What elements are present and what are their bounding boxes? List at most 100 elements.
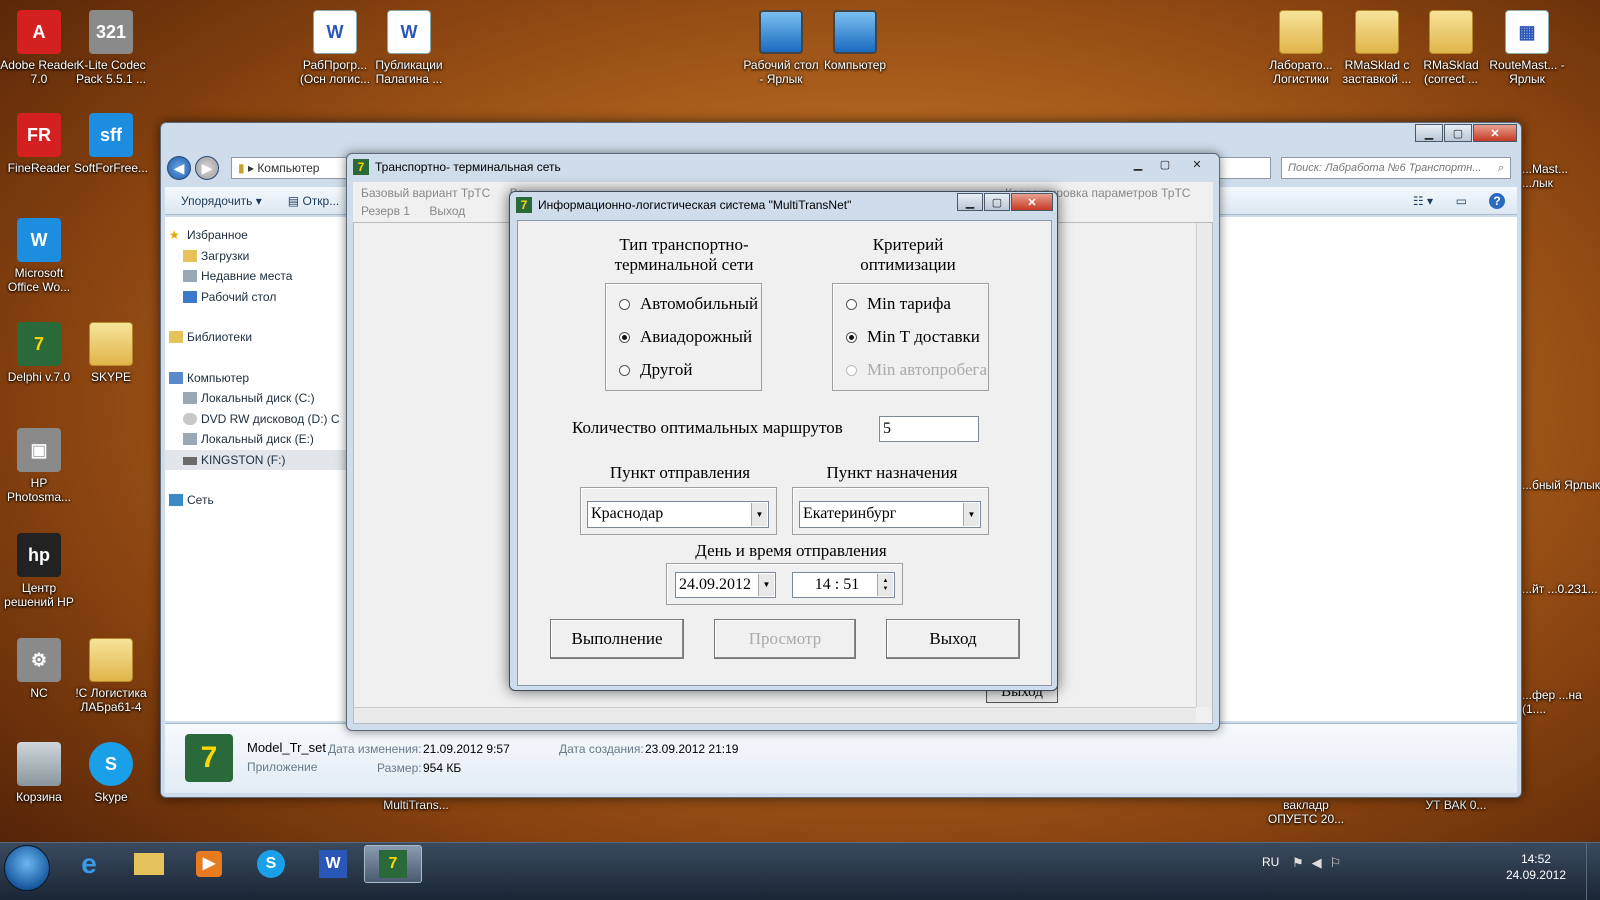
- tray-network-icon[interactable]: ⚑: [1292, 855, 1312, 870]
- forward-button[interactable]: ▶: [195, 156, 219, 180]
- help-icon[interactable]: ?: [1489, 192, 1505, 209]
- language-indicator[interactable]: RU: [1262, 855, 1279, 869]
- chevron-down-icon: ▼: [758, 574, 774, 596]
- sidebar-item-recent[interactable]: Недавние места: [165, 266, 350, 287]
- sidebar-item-computer[interactable]: Компьютер: [165, 368, 350, 389]
- close-button[interactable]: ✕: [1473, 124, 1517, 142]
- desktop-partial-label: УТ ВАК 0...: [1425, 798, 1487, 812]
- menu-item-exit[interactable]: Выход: [429, 204, 465, 218]
- desktop-partial-label: ...бный Ярлык: [1522, 478, 1600, 492]
- folder-icon: ▮: [238, 161, 245, 175]
- sidebar-item-dvd[interactable]: DVD RW дисковод (D:) C: [165, 409, 350, 430]
- view-button: Просмотр: [714, 619, 856, 659]
- desktop-icon-delphi[interactable]: 7 Delphi v.7.0: [0, 322, 78, 384]
- sidebar-item-disk-c[interactable]: Локальный диск (C:): [165, 388, 350, 409]
- desktop-icon-routemaster[interactable]: ▦ RouteMast... - Ярлык: [1488, 10, 1566, 86]
- computer-icon: [169, 371, 183, 384]
- taskbar-skype-icon[interactable]: S: [242, 845, 300, 883]
- menu-item-base-variant[interactable]: Базовый вариант ТрТС: [361, 186, 490, 200]
- close-button[interactable]: ✕: [1179, 156, 1215, 172]
- created-label: Дата создания:: [559, 742, 644, 756]
- details-pane: 7 Model_Tr_set Приложение Дата изменения…: [165, 723, 1517, 793]
- spin-buttons[interactable]: ▲ ▼: [877, 574, 893, 596]
- sidebar-item-downloads[interactable]: Загрузки: [165, 246, 350, 267]
- preview-pane-icon[interactable]: ▭: [1456, 194, 1467, 208]
- sidebar-item-libraries[interactable]: Библиотеки: [165, 327, 350, 348]
- show-desktop-button[interactable]: [1586, 843, 1600, 900]
- computer-icon: [833, 10, 877, 54]
- radio-circle: [619, 298, 630, 310]
- file-name: Model_Tr_set: [247, 740, 326, 755]
- desktop-icon-hp-photosmart[interactable]: ▣ HP Photosma...: [0, 428, 78, 504]
- radio-network-other[interactable]: Другой: [619, 360, 693, 380]
- time-picker[interactable]: 14 : 51 ▲ ▼: [792, 572, 895, 598]
- search-input[interactable]: Поиск: Лабработа №6 Транспортн... ⌕: [1281, 157, 1511, 179]
- dialog-client-area: Тип транспортно- терминальной сети Автом…: [517, 220, 1052, 686]
- open-button[interactable]: ▤ Откр...: [288, 194, 339, 208]
- minimize-button[interactable]: ▁: [1415, 124, 1443, 142]
- tray-volume-icon[interactable]: ◀: [1312, 855, 1330, 870]
- desktop-icon-skype-folder[interactable]: SKYPE: [72, 322, 150, 384]
- tray-flag-icon[interactable]: ⚐: [1330, 855, 1350, 870]
- sidebar-item-favorites[interactable]: ★ Избранное: [165, 225, 350, 246]
- exit-button[interactable]: Выход: [886, 619, 1020, 659]
- sidebar-item-kingston[interactable]: KINGSTON (F:): [165, 449, 350, 470]
- desktop-icon-recycle-bin[interactable]: Корзина: [0, 742, 78, 804]
- maximize-button[interactable]: ▢: [1444, 124, 1472, 142]
- desktop-icon-1c-logistics[interactable]: !С Логистика ЛАБра61-4: [72, 638, 150, 714]
- organize-button[interactable]: Упорядочить ▾: [181, 194, 262, 208]
- view-options-icon[interactable]: ☷ ▾: [1413, 194, 1433, 208]
- start-button[interactable]: [4, 845, 50, 891]
- desktop-icon-computer[interactable]: Компьютер: [816, 10, 894, 72]
- desktop-icon-adobe-reader[interactable]: A Adobe Reader 7.0: [0, 10, 78, 86]
- desktop-icon-lab-logistics[interactable]: Лаборато... Логистики: [1262, 10, 1340, 86]
- routes-count-input[interactable]: 5: [879, 416, 979, 442]
- sidebar-item-desktop[interactable]: Рабочий стол: [165, 287, 350, 308]
- sidebar-item-disk-e[interactable]: Локальный диск (E:): [165, 429, 350, 450]
- radio-circle-selected: [846, 331, 857, 343]
- desktop-icon-rmasklad-correct[interactable]: RMaSklad (correct ...: [1412, 10, 1490, 86]
- run-button[interactable]: Выполнение: [550, 619, 684, 659]
- radio-min-tariff[interactable]: Min тарифа: [846, 294, 951, 314]
- destination-select[interactable]: Екатеринбург ▼: [799, 501, 981, 528]
- drive-icon: [183, 392, 197, 404]
- minimize-button[interactable]: ▁: [1125, 156, 1151, 172]
- camera-icon: ▣: [17, 428, 61, 472]
- close-button[interactable]: ✕: [1011, 193, 1053, 211]
- maximize-button[interactable]: ▢: [1152, 156, 1178, 172]
- desktop-icon-finereader[interactable]: FR FineReader: [0, 113, 78, 175]
- desktop-icon-rmasklad-splash[interactable]: RMaSklad с заставкой ...: [1338, 10, 1416, 86]
- desktop-icon-hp-center[interactable]: hp Центр решений HP: [0, 533, 78, 609]
- desktop-icon-ms-word[interactable]: W Microsoft Office Wo...: [0, 218, 78, 294]
- date-picker[interactable]: 24.09.2012 ▼: [675, 572, 776, 598]
- minimize-button[interactable]: ▁: [957, 193, 983, 211]
- desktop-icon-desktop-shortcut[interactable]: Рабочий стол - Ярлык: [742, 10, 820, 86]
- taskbar-media-player-icon[interactable]: ▶: [180, 845, 238, 883]
- radio-min-delivery-time[interactable]: Min Т доставки: [846, 327, 980, 347]
- maximize-button[interactable]: ▢: [984, 193, 1010, 211]
- desktop-icon-rabprogr[interactable]: W РабПрогр... (Осн логис...: [296, 10, 374, 86]
- taskbar-ie-icon[interactable]: e: [60, 845, 118, 883]
- vertical-scrollbar[interactable]: [1196, 223, 1212, 707]
- skype-icon: S: [89, 742, 133, 786]
- desktop-icon-softforfree[interactable]: sff SoftForFree...: [72, 113, 150, 175]
- radio-network-avia-road[interactable]: Авиадорожный: [619, 327, 752, 347]
- radio-network-auto[interactable]: Автомобильный: [619, 294, 758, 314]
- menu-item-reserve-1[interactable]: Резерв 1: [361, 204, 410, 218]
- desktop-icon-k-lite[interactable]: 321 K-Lite Codec Pack 5.5.1 ...: [72, 10, 150, 86]
- multitransnet-dialog[interactable]: 7 Информационно-логистическая система "M…: [509, 191, 1058, 691]
- desktop-icon-skype[interactable]: S Skype: [72, 742, 150, 804]
- taskbar-word-icon[interactable]: W: [304, 845, 362, 883]
- sidebar-item-network[interactable]: Сеть: [165, 490, 350, 511]
- desktop-partial-label: ...фер ...на (1....: [1522, 688, 1582, 716]
- taskbar-delphi-app-icon[interactable]: 7: [364, 845, 422, 883]
- taskbar: e ▶ S W 7 RU ⚑◀⚐ 14:52 24.09.2012: [0, 842, 1600, 900]
- origin-select[interactable]: Краснодар ▼: [587, 501, 769, 528]
- horizontal-scrollbar[interactable]: [354, 707, 1196, 723]
- modified-value: 21.09.2012 9:57: [423, 742, 510, 756]
- desktop-icon-nc[interactable]: ⚙ NC: [0, 638, 78, 700]
- desktop-icon-publications[interactable]: W Публикации Палагина ...: [370, 10, 448, 86]
- back-button[interactable]: ◀: [167, 156, 191, 180]
- clock[interactable]: 14:52 24.09.2012: [1506, 851, 1566, 883]
- taskbar-explorer-icon[interactable]: [120, 845, 178, 883]
